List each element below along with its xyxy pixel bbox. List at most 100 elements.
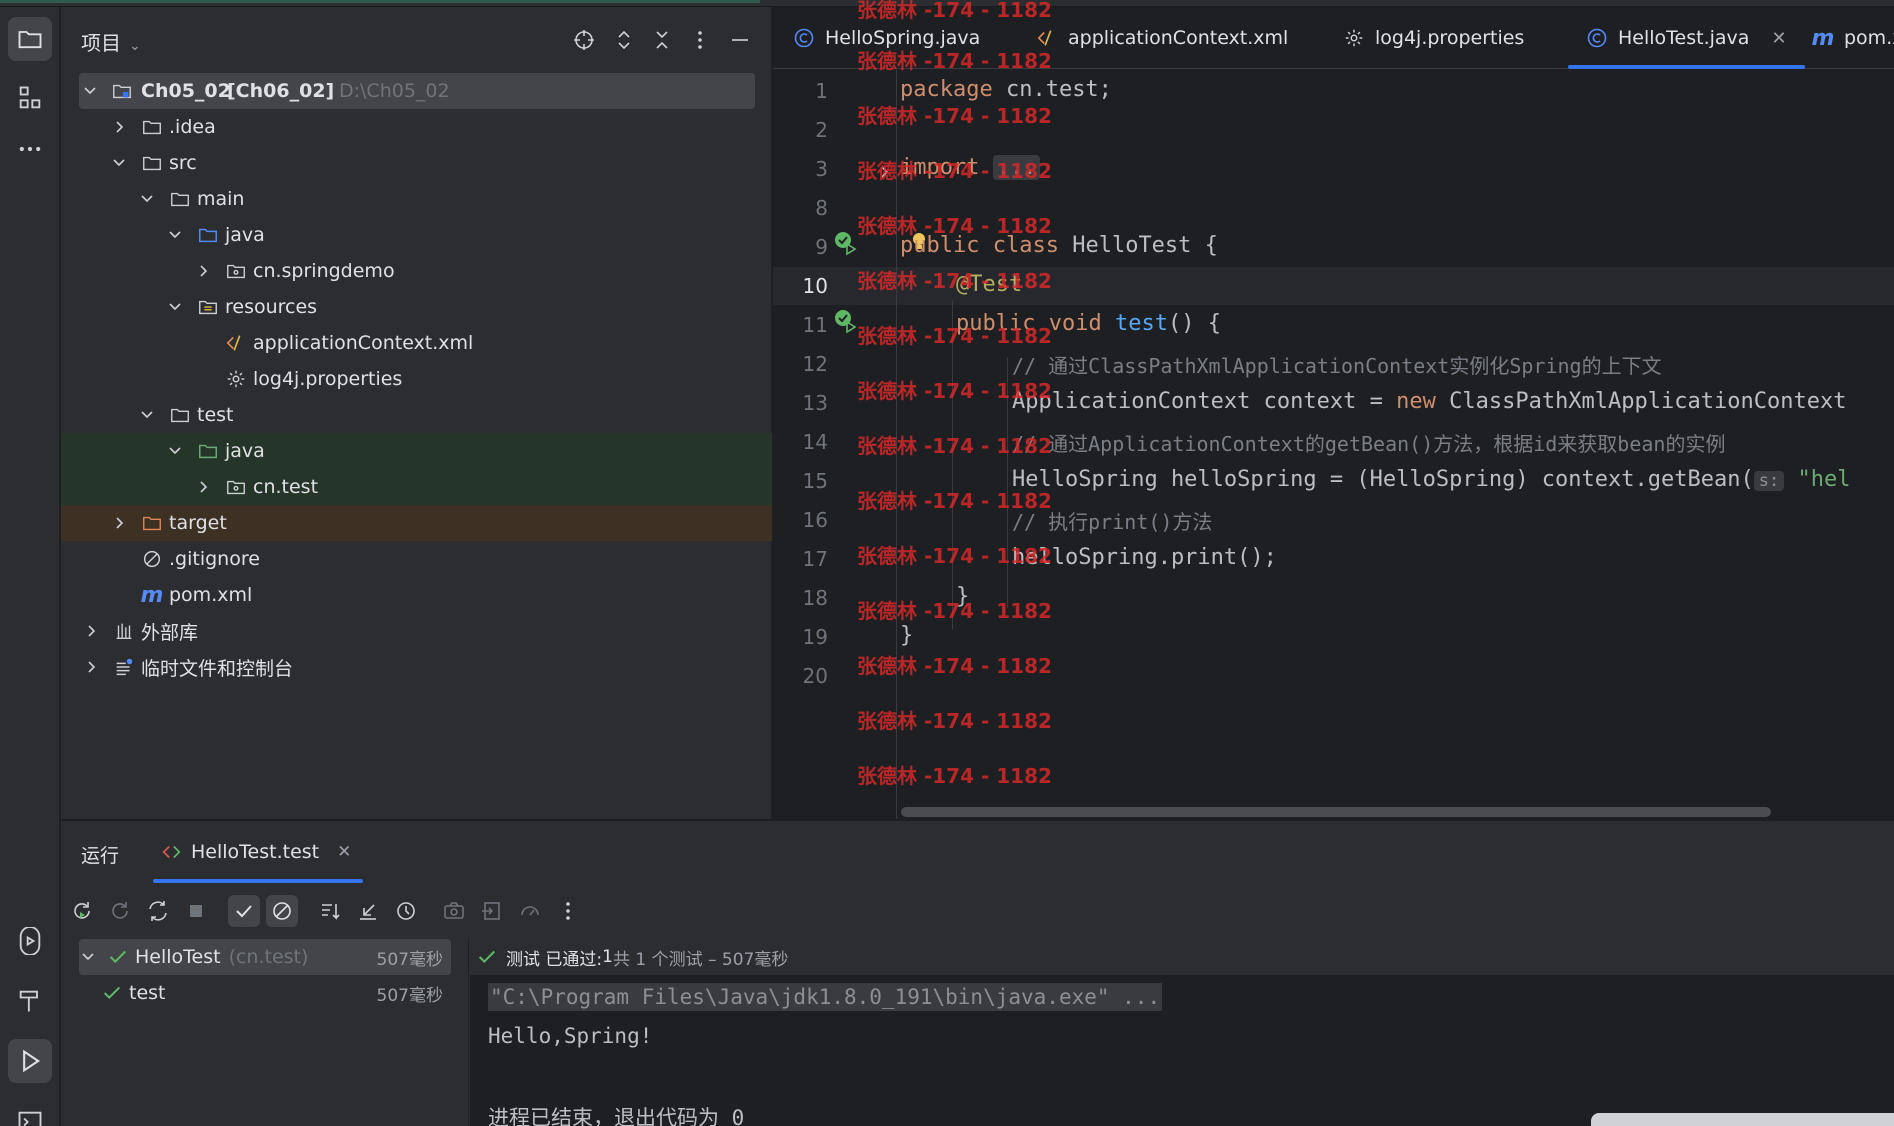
code-editor[interactable]: 1 2 3 8 9 10 11 12 13 14 15 16 17 18 19 … [773, 70, 1894, 819]
hide-panel-icon[interactable] [727, 27, 753, 53]
more-options-icon[interactable] [552, 895, 584, 927]
tree-item-cn-springdemo[interactable]: cn.springdemo [61, 253, 772, 289]
tree-item-scratches[interactable]: 临时文件和控制台 [61, 649, 772, 685]
project-view-selector[interactable]: 项目 ⌄ [81, 27, 141, 56]
expand-all-icon[interactable] [611, 27, 637, 53]
test-row-hellotest[interactable]: HelloTest (cn.test) 507毫秒 [79, 939, 451, 975]
tree-item-gitignore[interactable]: .gitignore [61, 541, 772, 577]
chevron-down-icon[interactable] [138, 406, 156, 424]
tree-item-label: pom.xml [169, 584, 253, 606]
tree-item-pom-xml[interactable]: m pom.xml [61, 577, 772, 613]
chevron-down-icon[interactable] [166, 226, 184, 244]
run-test-method-icon[interactable] [833, 308, 859, 334]
chevron-down-icon[interactable] [81, 82, 99, 100]
class-icon [793, 27, 815, 49]
chevron-right-icon[interactable] [194, 478, 212, 496]
tree-item-src[interactable]: src [61, 145, 772, 181]
test-row-test[interactable]: test 507毫秒 [79, 975, 451, 1011]
tree-item-external-libraries[interactable]: 外部库 [61, 613, 772, 649]
build-tool-button[interactable] [8, 979, 52, 1023]
tree-item-project-root[interactable]: Ch05_02 [Ch06_02] D:\Ch05_02 [79, 73, 755, 109]
toggle-auto-test-icon[interactable] [142, 895, 174, 927]
chevron-right-icon[interactable] [194, 262, 212, 280]
tab-log4j-properties[interactable]: log4j.properties [1343, 7, 1524, 69]
chevron-right-icon[interactable] [82, 658, 100, 676]
test-history-icon[interactable] [390, 895, 422, 927]
chevron-down-icon[interactable] [81, 950, 99, 964]
import-tests-icon[interactable] [476, 895, 508, 927]
chevron-down-icon[interactable] [110, 154, 128, 172]
close-icon[interactable]: ✕ [1771, 28, 1786, 49]
tree-item-test-java[interactable]: java [61, 433, 772, 469]
close-icon[interactable]: ✕ [337, 842, 351, 862]
rerun-icon[interactable] [66, 895, 98, 927]
show-passed-icon[interactable] [228, 895, 260, 927]
tab-label: log4j.properties [1375, 27, 1525, 49]
chevron-down-icon[interactable] [138, 190, 156, 208]
terminal-tool-button[interactable] [8, 1100, 52, 1126]
chevron-right-icon[interactable] [110, 118, 128, 136]
gutter-separator [896, 70, 897, 819]
collapse-all-icon[interactable] [649, 27, 675, 53]
console-output[interactable]: 测试 已通过: 1 共 1 个测试 – 507毫秒 "C:\Program Fi… [470, 939, 1894, 1126]
tree-item-log4j-properties[interactable]: log4j.properties [61, 361, 772, 397]
tree-item-applicationcontext-xml[interactable]: applicationContext.xml [61, 325, 772, 361]
coverage-icon[interactable] [514, 895, 546, 927]
chevron-down-icon[interactable] [166, 298, 184, 316]
run-tab-hellotest[interactable]: HelloTest.test ✕ [152, 821, 364, 883]
rerun-failed-icon[interactable] [104, 895, 136, 927]
stop-icon[interactable] [180, 895, 212, 927]
tab-hellotest-java[interactable]: HelloTest.java ✕ [1568, 7, 1805, 69]
camera-icon[interactable] [438, 895, 470, 927]
tree-item-test[interactable]: test [61, 397, 772, 433]
console-scrollbar[interactable] [1591, 1113, 1894, 1126]
code-line-13: ApplicationContext context = new ClassPa… [1012, 389, 1847, 414]
tree-item-resources[interactable]: resources [61, 289, 772, 325]
tree-item-label: java [225, 440, 265, 462]
structure-tool-button[interactable] [8, 76, 52, 120]
ignore-file-icon [140, 547, 164, 571]
test-config-icon [161, 841, 183, 863]
show-ignored-icon[interactable] [266, 895, 298, 927]
tree-item-label: 临时文件和控制台 [141, 657, 294, 680]
status-count: 1 [602, 947, 613, 967]
code-line-9: public class HelloTest { [900, 233, 1218, 258]
options-icon[interactable] [687, 27, 713, 53]
chevron-right-icon[interactable] [82, 622, 100, 640]
tree-item-target[interactable]: target [61, 505, 772, 541]
tab-hellospring-java[interactable]: HelloSpring.java [793, 7, 980, 69]
line-number: 17 [802, 547, 828, 571]
console-command[interactable]: "C:\Program Files\Java\jdk1.8.0_191\bin\… [488, 983, 1163, 1011]
collapse-icon[interactable] [352, 895, 384, 927]
sort-alphabetically-icon[interactable] [314, 895, 346, 927]
locate-file-icon[interactable] [571, 27, 597, 53]
editor-horizontal-scrollbar[interactable] [901, 807, 1771, 817]
tree-item-idea[interactable]: .idea [61, 109, 772, 145]
code-line-18: } [956, 584, 970, 609]
tab-applicationcontext-xml[interactable]: applicationContext.xml [1036, 7, 1288, 69]
more-tools-button[interactable] [8, 127, 52, 171]
scratches-icon [112, 655, 136, 679]
project-tool-button[interactable] [8, 17, 52, 61]
chevron-down-icon[interactable] [166, 442, 184, 460]
chevron-right-icon[interactable] [110, 514, 128, 532]
tree-item-main-java[interactable]: java [61, 217, 772, 253]
folder-icon [140, 151, 164, 175]
tab-pom-xml[interactable]: m pom.x [1812, 7, 1894, 69]
code-line-3: import ... [900, 155, 1041, 180]
folded-imports[interactable]: ... [992, 155, 1041, 180]
chevron-down-icon: ⌄ [129, 38, 141, 54]
module-folder-icon [110, 79, 134, 103]
top-accent [0, 0, 760, 3]
test-name: HelloTest [135, 946, 221, 968]
tab-label: applicationContext.xml [1068, 27, 1289, 49]
folder-icon [168, 403, 192, 427]
run-tool-button[interactable] [8, 1039, 52, 1083]
project-panel-header: 项目 ⌄ [61, 7, 772, 69]
services-tool-button[interactable] [8, 919, 52, 963]
tree-item-cn-test[interactable]: cn.test [61, 469, 772, 505]
tree-item-main[interactable]: main [61, 181, 772, 217]
code-line-12: // 通过ClassPathXmlApplicationContext实例化Sp… [1012, 354, 1662, 378]
fold-expand-icon[interactable] [877, 162, 893, 178]
run-test-class-icon[interactable] [833, 230, 859, 256]
